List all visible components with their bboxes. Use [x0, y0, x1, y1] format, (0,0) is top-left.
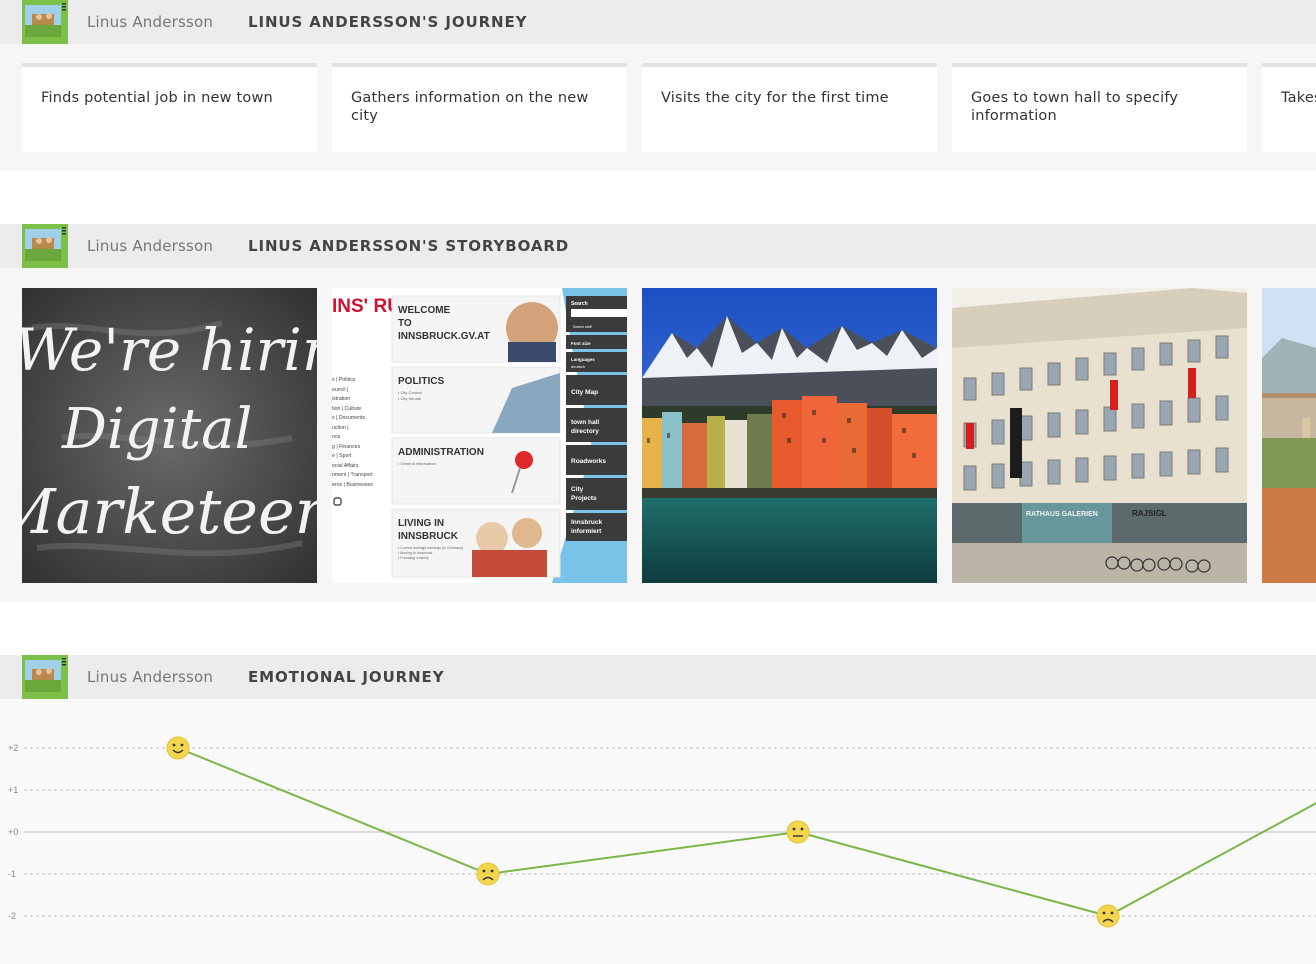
site-menu-item: uction | — [332, 425, 349, 431]
journey-step-card[interactable]: Goes to town hall to specify information — [952, 63, 1247, 152]
site-tile-sub: • General information — [398, 461, 436, 466]
site-side-item[interactable]: informiert — [571, 528, 602, 535]
site-side-item[interactable]: Innsbruck — [571, 519, 602, 526]
site-tile-title: LIVING IN — [398, 518, 444, 529]
chalkboard-photo-icon[interactable]: We're hiring Digital Marketeer — [22, 288, 317, 583]
journey-step-card[interactable]: Finds potential job in new town — [22, 63, 317, 152]
site-tile-sub: • City Council — [398, 390, 422, 395]
town-hall-building-photo-icon[interactable]: RATHAUS GALERIEN RAJSIGL — [952, 288, 1247, 583]
y-tick-label: +1 — [8, 785, 18, 795]
site-side-item[interactable]: City Map — [571, 389, 598, 396]
storyboard-header: Linus Andersson LINUS ANDERSSON'S STORYB… — [0, 224, 1316, 268]
chalk-text-line: We're hiring — [22, 316, 317, 384]
sad-face-icon[interactable] — [1096, 904, 1120, 928]
journey-step-card[interactable]: Visits the city for the first time — [642, 63, 937, 152]
site-menu-item: istration — [332, 396, 350, 402]
y-tick-label: +2 — [8, 743, 18, 753]
emotional-chart-area: +2 +1 +0 -1 -2 — [0, 700, 1316, 964]
emotional-header: Linus Andersson EMOTIONAL JOURNEY — [0, 655, 1316, 699]
site-search-placeholder: Search staff — [573, 325, 592, 329]
journey-step-text: Takes interest — [1281, 90, 1316, 106]
site-side-item[interactable]: Projects — [571, 495, 597, 502]
building-sign: RATHAUS GALERIEN — [1026, 511, 1098, 518]
site-menu-item: e | Sport — [332, 453, 352, 459]
emotional-title: EMOTIONAL JOURNEY — [248, 668, 445, 686]
site-menu-item: ouncil | — [332, 387, 348, 393]
storyboard-title: LINUS ANDERSSON'S STORYBOARD — [248, 237, 570, 255]
journey-step-card[interactable]: Gathers information on the new city — [332, 63, 627, 152]
site-side-item[interactable]: town hall — [571, 419, 599, 426]
persona-name: Linus Andersson — [87, 237, 214, 255]
site-side-item[interactable]: Roadworks — [571, 458, 606, 465]
site-tile-title: POLITICS — [398, 376, 444, 387]
site-menu-item: erce | Businesses — [332, 482, 373, 488]
site-side-search-label: Search — [571, 301, 588, 307]
sad-face-icon[interactable] — [476, 862, 500, 886]
happy-face-icon[interactable] — [166, 736, 190, 760]
site-menu-item: g | Finances — [332, 444, 361, 450]
site-tile-sub: • Moving to Innsbruck — [398, 551, 433, 555]
avatar-photo-icon[interactable] — [22, 0, 68, 44]
site-menu-item: nce — [332, 434, 340, 440]
site-menu-item: s | Politics — [332, 377, 356, 383]
chalk-text-line: Digital — [61, 397, 252, 462]
site-tile-sub: • Current average earnings (in Germany) — [398, 546, 463, 550]
site-tile-title: WELCOME — [398, 305, 451, 316]
pushpin-icon — [515, 451, 533, 469]
site-menu-item: nment | Transport — [332, 472, 373, 478]
innsbruck-panorama-photo-icon[interactable] — [642, 288, 937, 583]
journey-step-card[interactable]: Takes interest — [1262, 63, 1316, 152]
city-view-photo-icon[interactable] — [1262, 288, 1316, 583]
site-tile-title: ADMINISTRATION — [398, 447, 484, 458]
site-side-item[interactable]: Font size — [571, 341, 591, 346]
avatar-photo-icon[interactable] — [22, 655, 68, 699]
site-side-item[interactable]: deutsch — [571, 364, 585, 369]
site-tile-title: INNSBRUCK.GV.AT — [398, 331, 490, 342]
neutral-face-icon[interactable] — [786, 820, 810, 844]
site-side-item[interactable]: City — [571, 486, 584, 493]
site-menu-item: ocial Affairs — [332, 463, 359, 469]
avatar-photo-icon[interactable] — [22, 224, 68, 268]
persona-name: Linus Andersson — [87, 13, 214, 31]
chalk-text-line: Marketeer — [22, 475, 317, 548]
journey-header: Linus Andersson LINUS ANDERSSON'S JOURNE… — [0, 0, 1316, 44]
site-tile-sub: • Founding a family — [398, 556, 429, 560]
site-tile-title: INNSBRUCK — [398, 531, 459, 542]
site-tile-title: TO — [398, 318, 412, 329]
persona-name: Linus Andersson — [87, 668, 214, 686]
y-tick-label: +0 — [8, 827, 18, 837]
site-menu-item: s | Documents — [332, 415, 365, 421]
site-side-item[interactable]: Languages — [571, 357, 595, 362]
emotional-journey-chart: +2 +1 +0 -1 -2 — [8, 736, 1316, 928]
city-website-screenshot-icon[interactable]: INS' RUCK s | Politics ouncil | istratio… — [332, 288, 627, 583]
journey-title: LINUS ANDERSSON'S JOURNEY — [248, 13, 528, 31]
site-menu-item: tion | Culture — [332, 406, 361, 412]
y-tick-label: -1 — [8, 869, 16, 879]
site-tile-sub: • City Senate — [398, 396, 422, 401]
site-side-item[interactable]: directory — [571, 428, 599, 435]
y-tick-label: -2 — [8, 911, 16, 921]
building-sign: RAJSIGL — [1132, 509, 1167, 518]
